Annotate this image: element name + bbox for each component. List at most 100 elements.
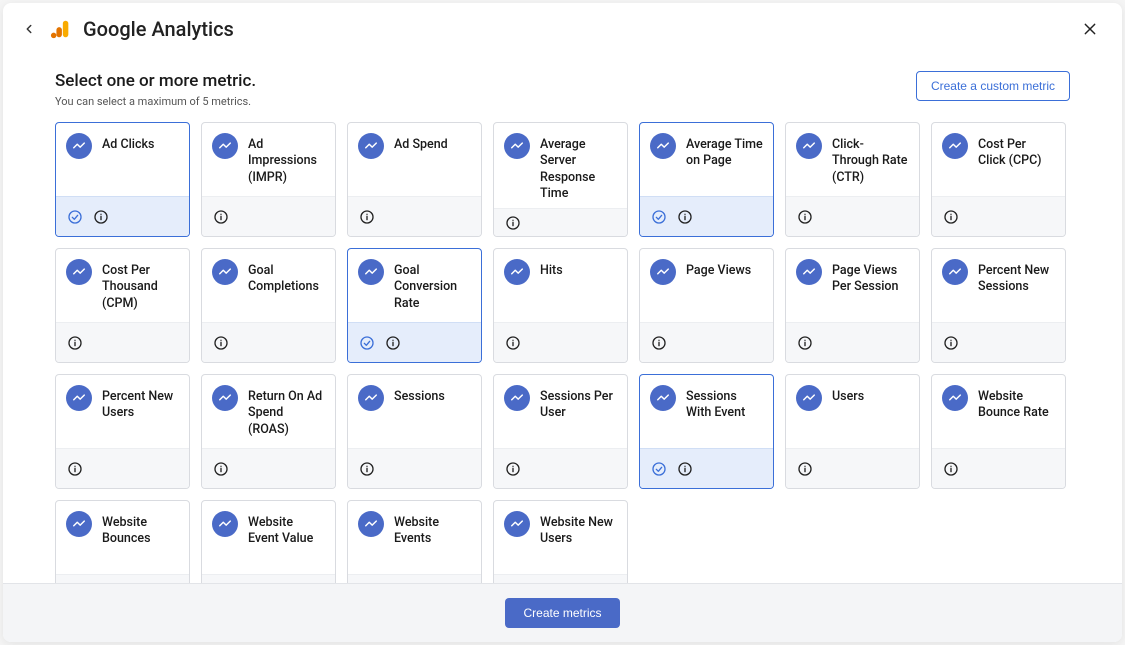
metric-card[interactable]: Goal Completions bbox=[201, 248, 336, 363]
metric-card[interactable]: Website New Users bbox=[493, 500, 628, 583]
metric-card-footer bbox=[348, 448, 481, 488]
metric-chart-icon bbox=[212, 133, 238, 159]
metric-card-footer bbox=[494, 448, 627, 488]
info-icon[interactable] bbox=[66, 334, 84, 352]
metric-label: Percent New Users bbox=[102, 385, 179, 422]
metric-chart-icon bbox=[66, 133, 92, 159]
metric-card-footer bbox=[786, 448, 919, 488]
metric-card[interactable]: Return On Ad Spend (ROAS) bbox=[201, 374, 336, 489]
metric-chart-icon bbox=[212, 385, 238, 411]
metric-card-footer bbox=[56, 574, 189, 583]
metric-card[interactable]: Page Views Per Session bbox=[785, 248, 920, 363]
metric-chart-icon bbox=[358, 511, 384, 537]
metric-chart-icon bbox=[66, 259, 92, 285]
info-icon[interactable] bbox=[504, 334, 522, 352]
metric-card[interactable]: Page Views bbox=[639, 248, 774, 363]
metric-card[interactable]: Click-Through Rate (CTR) bbox=[785, 122, 920, 237]
metric-card[interactable]: Website Events bbox=[347, 500, 482, 583]
metric-label: Sessions bbox=[394, 385, 445, 405]
selected-check-icon bbox=[66, 208, 84, 226]
metric-card-footer bbox=[348, 322, 481, 362]
metric-chart-icon bbox=[650, 385, 676, 411]
metric-chart-icon bbox=[942, 259, 968, 285]
dialog-footer: Create metrics bbox=[3, 583, 1122, 642]
metric-chart-icon bbox=[796, 259, 822, 285]
metric-card[interactable]: Goal Conversion Rate bbox=[347, 248, 482, 363]
info-icon[interactable] bbox=[676, 208, 694, 226]
metric-card[interactable]: Ad Spend bbox=[347, 122, 482, 237]
metric-card[interactable]: Website Event Value bbox=[201, 500, 336, 583]
metric-card[interactable]: Ad Impressions (IMPR) bbox=[201, 122, 336, 237]
metric-card[interactable]: Website Bounce Rate bbox=[931, 374, 1066, 489]
metric-card-footer bbox=[202, 322, 335, 362]
metric-chart-icon bbox=[66, 385, 92, 411]
metric-card[interactable]: Average Time on Page bbox=[639, 122, 774, 237]
metric-card[interactable]: Percent New Users bbox=[55, 374, 190, 489]
info-icon[interactable] bbox=[358, 208, 376, 226]
metric-chart-icon bbox=[358, 385, 384, 411]
metric-label: Website Bounces bbox=[102, 511, 179, 548]
metric-card[interactable]: Cost Per Thousand (CPM) bbox=[55, 248, 190, 363]
info-icon[interactable] bbox=[796, 208, 814, 226]
info-icon[interactable] bbox=[212, 460, 230, 478]
metric-chart-icon bbox=[358, 133, 384, 159]
info-icon[interactable] bbox=[942, 334, 960, 352]
metric-label: Users bbox=[832, 385, 864, 405]
metric-chart-icon bbox=[504, 259, 530, 285]
metric-card-footer bbox=[640, 448, 773, 488]
close-icon[interactable] bbox=[1080, 19, 1100, 39]
subheader: Select one or more metric. You can selec… bbox=[3, 53, 1122, 122]
dialog-panel: Google Analytics Select one or more metr… bbox=[3, 3, 1122, 642]
info-icon[interactable] bbox=[66, 460, 84, 478]
metric-label: Page Views bbox=[686, 259, 751, 279]
metric-card-footer bbox=[494, 208, 627, 236]
metric-card-footer bbox=[494, 574, 627, 583]
metric-card[interactable]: Sessions bbox=[347, 374, 482, 489]
metric-card-footer bbox=[56, 322, 189, 362]
metric-card[interactable]: Users bbox=[785, 374, 920, 489]
create-custom-metric-button[interactable]: Create a custom metric bbox=[916, 71, 1070, 101]
metric-label: Page Views Per Session bbox=[832, 259, 909, 296]
metric-card[interactable]: Website Bounces bbox=[55, 500, 190, 583]
metric-chart-icon bbox=[650, 133, 676, 159]
metric-card-footer bbox=[494, 322, 627, 362]
info-icon[interactable] bbox=[942, 208, 960, 226]
info-icon[interactable] bbox=[650, 334, 668, 352]
info-icon[interactable] bbox=[384, 334, 402, 352]
metric-card-footer bbox=[932, 322, 1065, 362]
metric-card[interactable]: Average Server Response Time bbox=[493, 122, 628, 237]
metric-label: Ad Clicks bbox=[102, 133, 154, 153]
info-icon[interactable] bbox=[92, 208, 110, 226]
metric-label: Cost Per Click (CPC) bbox=[978, 133, 1055, 170]
metrics-scroll-area[interactable]: Ad Clicks Ad Impressions (IMPR) bbox=[3, 122, 1122, 583]
info-icon[interactable] bbox=[504, 214, 522, 232]
metric-card[interactable]: Hits bbox=[493, 248, 628, 363]
metric-chart-icon bbox=[942, 133, 968, 159]
info-icon[interactable] bbox=[358, 460, 376, 478]
info-icon[interactable] bbox=[212, 334, 230, 352]
metric-card-footer bbox=[786, 196, 919, 236]
info-icon[interactable] bbox=[676, 460, 694, 478]
dialog-title: Google Analytics bbox=[83, 17, 234, 41]
info-icon[interactable] bbox=[212, 208, 230, 226]
info-icon[interactable] bbox=[942, 460, 960, 478]
metric-card[interactable]: Percent New Sessions bbox=[931, 248, 1066, 363]
info-icon[interactable] bbox=[504, 460, 522, 478]
metric-chart-icon bbox=[942, 385, 968, 411]
create-metrics-button[interactable]: Create metrics bbox=[505, 598, 619, 628]
metric-chart-icon bbox=[504, 133, 530, 159]
metric-chart-icon bbox=[212, 511, 238, 537]
metric-card-footer bbox=[786, 322, 919, 362]
metric-label: Website Events bbox=[394, 511, 471, 548]
metric-label: Sessions Per User bbox=[540, 385, 617, 422]
metric-label: Ad Spend bbox=[394, 133, 448, 153]
metric-card[interactable]: Ad Clicks bbox=[55, 122, 190, 237]
back-icon[interactable] bbox=[19, 19, 39, 39]
metric-chart-icon bbox=[66, 511, 92, 537]
metric-card-footer bbox=[56, 448, 189, 488]
info-icon[interactable] bbox=[796, 460, 814, 478]
info-icon[interactable] bbox=[796, 334, 814, 352]
metric-card[interactable]: Sessions With Event bbox=[639, 374, 774, 489]
metric-card[interactable]: Cost Per Click (CPC) bbox=[931, 122, 1066, 237]
metric-card[interactable]: Sessions Per User bbox=[493, 374, 628, 489]
